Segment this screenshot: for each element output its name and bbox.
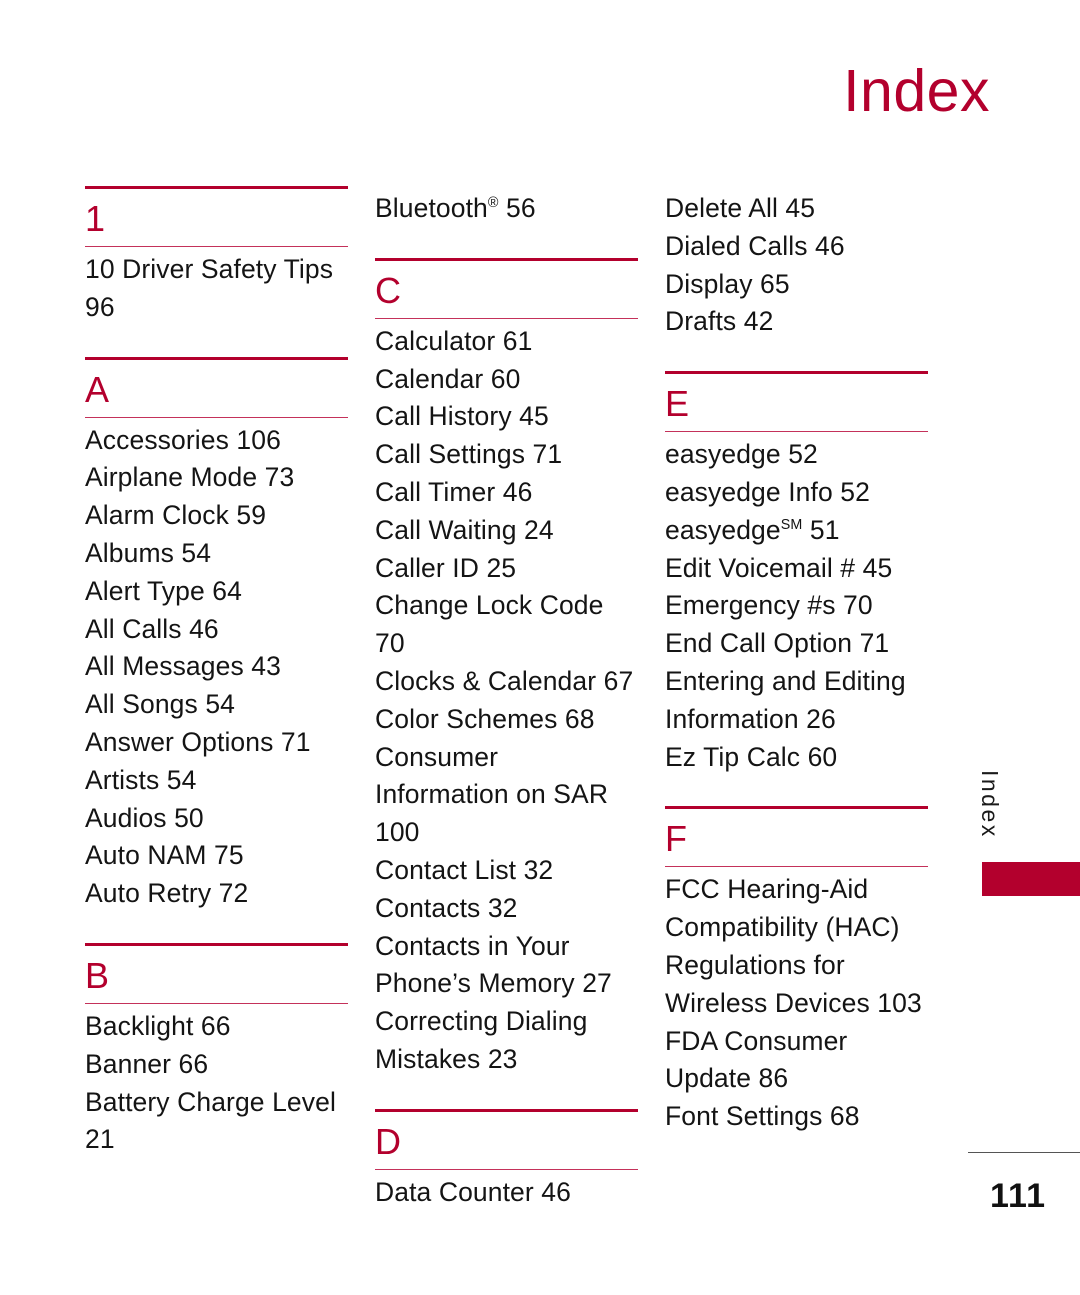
index-entry[interactable]: Caller ID 25 [375,550,638,588]
section-letter: D [375,1120,402,1162]
index-entry[interactable]: Battery Charge Level 21 [85,1084,348,1160]
index-entry[interactable]: Audios 50 [85,800,348,838]
index-entry[interactable]: Call Settings 71 [375,436,638,474]
index-entry[interactable]: Correcting Dialing Mistakes 23 [375,1003,638,1079]
index-entry[interactable]: Change Lock Code 70 [375,587,638,663]
index-entry[interactable]: Call Waiting 24 [375,512,638,550]
index-section-f: F FCC Hearing-Aid Compatibility (HAC) Reg… [665,806,928,1136]
index-section-1: 1 10 Driver Safety Tips 96 [85,186,348,327]
index-entry[interactable]: Dialed Calls 46 [665,228,928,266]
index-section-b: B Backlight 66 Banner 66 Battery Charge Lev… [85,942,348,1159]
index-section-e: Eeasyedge 52 easyedge Info 52 easyedgeSM 5… [665,371,928,776]
side-tab-marker [982,862,1080,896]
index-entry[interactable]: Accessories 106 [85,422,348,460]
index-entry[interactable]: Edit Voicemail # 45 [665,550,928,588]
index-entry[interactable]: Artists 54 [85,762,348,800]
index-entry-group: FCC Hearing-Aid Compatibility (HAC) Regu… [665,867,928,1136]
index-entry[interactable]: Alarm Clock 59 [85,497,348,535]
index-entry-group: Backlight 66 Banner 66 Battery Charge Leve… [85,1004,348,1159]
index-entry-group: Calculator 61 Calendar 60 Call History 45 C… [375,319,638,1079]
index-entry[interactable]: Contacts in Your Phone’s Memory 27 [375,928,638,1004]
index-entry[interactable]: Answer Options 71 [85,724,348,762]
index-entry[interactable]: FDA Consumer Update 86 [665,1023,928,1099]
index-entry[interactable]: Color Schemes 68 [375,701,638,739]
index-entry[interactable]: Alert Type 64 [85,573,348,611]
index-entry[interactable]: Display 65 [665,266,928,304]
index-entry-group: Bluetooth® 56 [375,186,638,258]
section-letter: C [375,269,402,311]
index-entry[interactable]: Delete All 45 [665,190,928,228]
column-1: 1 10 Driver Safety Tips 96 A Accessories 10… [85,186,348,1159]
index-entry-group: 10 Driver Safety Tips 96 [85,247,348,327]
column-2: Bluetooth® 56 C Calculator 61 Calendar 60 Ca… [375,186,638,1212]
section-letter: B [85,954,110,996]
index-entry[interactable]: Calculator 61 [375,323,638,361]
section-letter: A [85,368,110,410]
index-entry[interactable]: End Call Option 71 [665,625,928,663]
section-letter: E [665,383,690,425]
index-entry[interactable]: Calendar 60 [375,361,638,399]
page-number: 111 [990,1177,1046,1215]
index-entry[interactable]: Emergency #s 70 [665,587,928,625]
index-entry[interactable]: Auto NAM 75 [85,837,348,875]
index-entry[interactable]: Airplane Mode 73 [85,459,348,497]
index-entry[interactable]: easyedge 52 [665,436,928,474]
index-entry[interactable]: Contact List 32 [375,852,638,890]
section-letter: F [665,818,688,860]
index-entry[interactable]: easyedgeSM 51 [665,512,928,550]
index-entry[interactable]: Albums 54 [85,535,348,573]
column-3: Delete All 45 Dialed Calls 46 Display 65 Dr… [665,186,928,1136]
index-entry-group: Accessories 106 Airplane Mode 73 Alarm Clo… [85,418,348,913]
index-entry[interactable]: Contacts 32 [375,890,638,928]
index-entry[interactable]: Drafts 42 [665,303,928,341]
index-entry[interactable]: Call Timer 46 [375,474,638,512]
page-title: Index [843,58,990,124]
index-entry[interactable]: Clocks & Calendar 67 [375,663,638,701]
index-entry[interactable]: All Songs 54 [85,686,348,724]
index-entry[interactable]: Bluetooth® 56 [375,190,638,228]
index-columns: 1 10 Driver Safety Tips 96 A Accessories 10… [85,186,930,1212]
index-entry[interactable]: All Messages 43 [85,648,348,686]
index-entry[interactable]: Auto Retry 72 [85,875,348,913]
index-entry[interactable]: easyedge Info 52 [665,474,928,512]
index-entry[interactable]: Call History 45 [375,398,638,436]
index-entry[interactable]: All Calls 46 [85,611,348,649]
index-entry[interactable]: Banner 66 [85,1046,348,1084]
index-entry[interactable]: Consumer Information on SAR 100 [375,739,638,852]
index-entry[interactable]: FCC Hearing-Aid Compatibility (HAC) Regu… [665,871,928,1022]
index-section-d: D Data Counter 46 [375,1108,638,1212]
index-entry[interactable]: Font Settings 68 [665,1098,928,1136]
index-entry[interactable]: 10 Driver Safety Tips 96 [85,251,348,327]
index-section-a: A Accessories 106 Airplane Mode 73 Alarm Cl… [85,356,348,913]
index-entry-group: Delete All 45 Dialed Calls 46 Display 65 Dr… [665,186,928,371]
index-entry-group: Data Counter 46 [375,1170,638,1212]
index-entry[interactable]: Entering and Editing Information 26 [665,663,928,739]
footer-divider [968,1152,1080,1153]
index-entry-group: easyedge 52 easyedge Info 52 easyedgeSM 51… [665,432,928,776]
section-letter: 1 [85,198,106,239]
index-entry[interactable]: Backlight 66 [85,1008,348,1046]
index-entry[interactable]: Data Counter 46 [375,1174,638,1212]
index-section-c: C Calculator 61 Calendar 60 Call History 45… [375,257,638,1079]
index-entry[interactable]: Ez Tip Calc 60 [665,739,928,777]
